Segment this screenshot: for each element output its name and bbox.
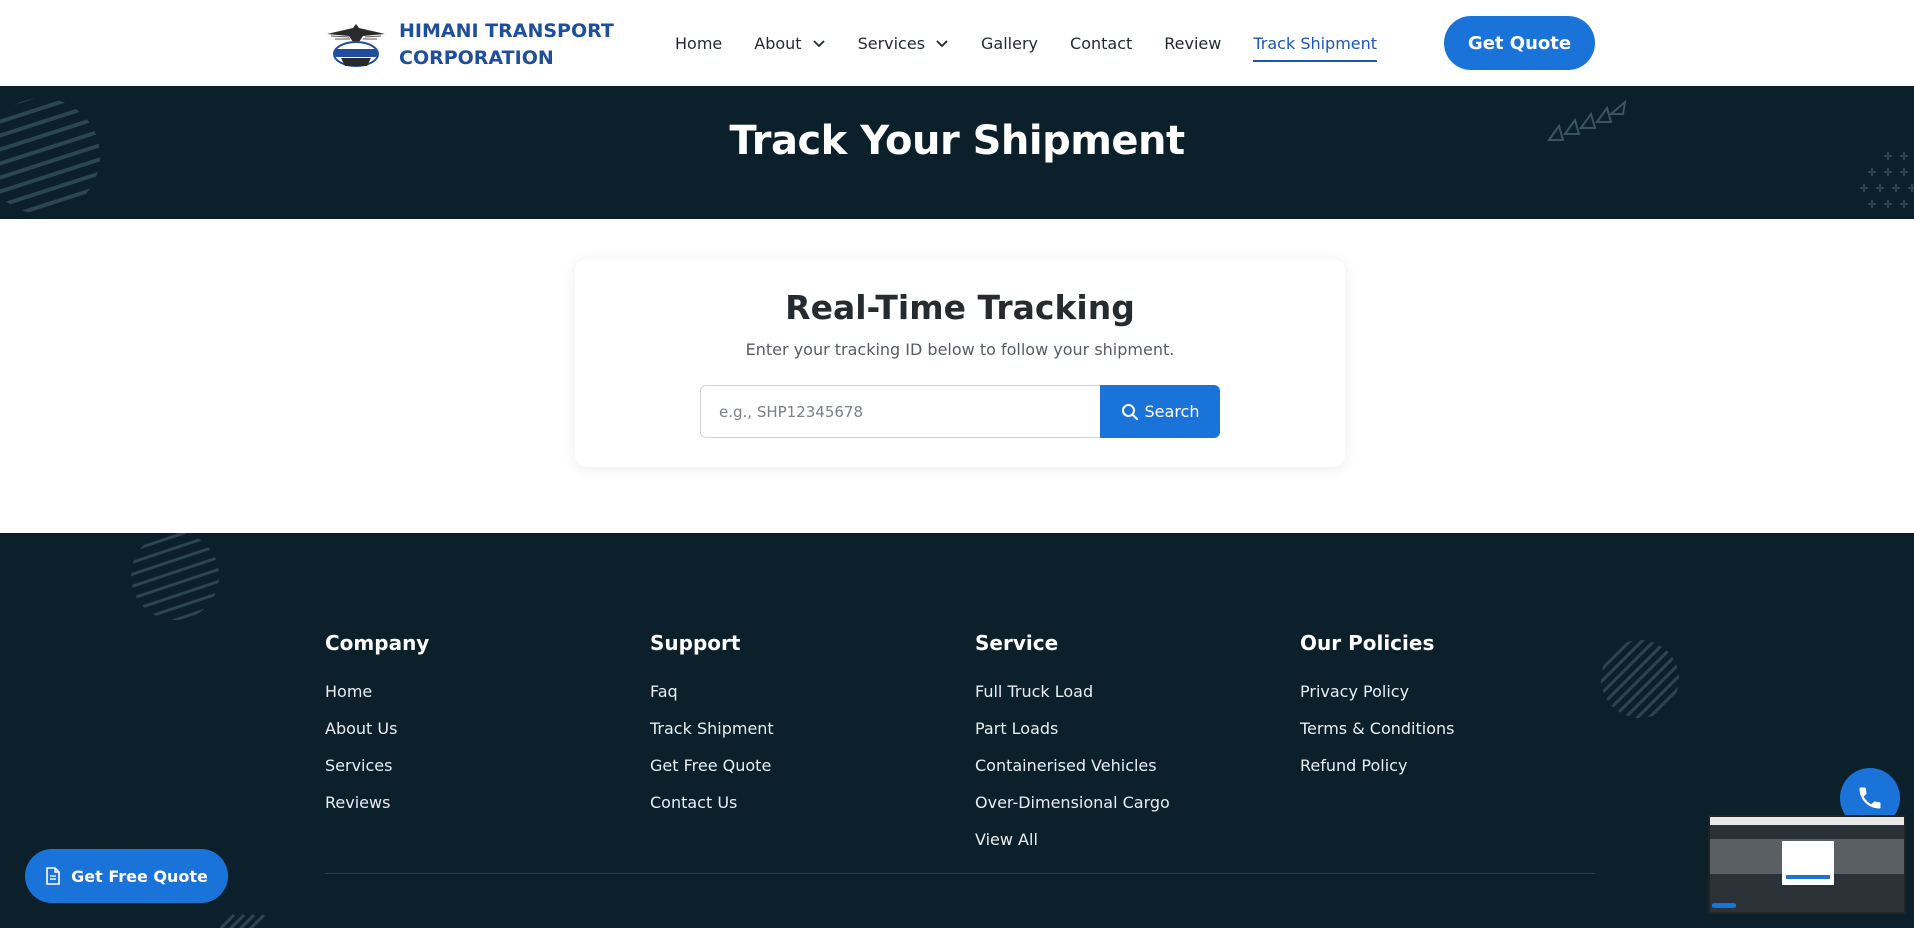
brand-logo[interactable]: HIMANI TRANSPORT CORPORATION (325, 18, 614, 72)
footer-link-track-shipment[interactable]: Track Shipment (650, 719, 774, 756)
page-preview-thumbnail[interactable] (1708, 815, 1906, 914)
nav-services-label: Services (857, 33, 926, 53)
get-free-quote-label: Get Free Quote (71, 866, 208, 886)
tracking-subtitle: Enter your tracking ID below to follow y… (745, 340, 1175, 359)
hero-banner: Track Your Shipment (0, 86, 1914, 219)
tracking-title: Real-Time Tracking (785, 288, 1135, 327)
footer-link-over-dimensional-cargo[interactable]: Over-Dimensional Cargo (975, 793, 1170, 830)
get-quote-button[interactable]: Get Quote (1444, 16, 1595, 70)
page-preview-image (1710, 817, 1904, 912)
chevron-down-icon (812, 40, 825, 48)
page-title: Track Your Shipment (729, 118, 1185, 164)
tracking-id-input[interactable] (700, 385, 1100, 438)
phone-icon (1859, 787, 1881, 809)
footer-link-home[interactable]: Home (325, 682, 429, 719)
nav-about-label: About (754, 33, 802, 53)
footer-col-title: Company (325, 631, 430, 655)
eagle-logo-icon (327, 24, 385, 67)
document-icon (46, 867, 60, 885)
nav-gallery-label: Gallery (981, 33, 1039, 53)
nav-contact[interactable]: Contact (1070, 28, 1132, 58)
brand-name: HIMANI TRANSPORT CORPORATION (399, 18, 614, 72)
diagonal-stripes-decoration (1601, 640, 1679, 718)
footer-col-title: Support (650, 631, 741, 655)
footer-link-view-all[interactable]: View All (975, 830, 1170, 867)
footer-link-privacy-policy[interactable]: Privacy Policy (1300, 682, 1454, 719)
main-nav: Home About Services Gallery Contact Revi… (675, 0, 1409, 86)
nav-gallery[interactable]: Gallery (981, 28, 1038, 58)
nav-home[interactable]: Home (675, 28, 722, 58)
nav-services[interactable]: Services (858, 28, 949, 58)
nav-track-shipment[interactable]: Track Shipment (1253, 28, 1378, 62)
footer-link-refund-policy[interactable]: Refund Policy (1300, 756, 1454, 793)
nav-about[interactable]: About (754, 28, 825, 58)
tracking-card: Real-Time Tracking Enter your tracking I… (575, 259, 1345, 467)
footer-col-title: Our Policies (1300, 631, 1435, 655)
footer-col-service: Service Full Truck Load Part Loads Conta… (975, 631, 1170, 867)
nav-track-shipment-label: Track Shipment (1253, 33, 1378, 53)
footer-divider (325, 873, 1595, 874)
footer-link-faq[interactable]: Faq (650, 682, 774, 719)
brand-line-2: CORPORATION (399, 47, 554, 69)
nav-review[interactable]: Review (1164, 28, 1221, 58)
footer-col-title: Service (975, 631, 1059, 655)
footer-link-containerised-vehicles[interactable]: Containerised Vehicles (975, 756, 1170, 793)
footer-link-contact-us[interactable]: Contact Us (650, 793, 774, 830)
footer-link-terms-conditions[interactable]: Terms & Conditions (1300, 719, 1454, 756)
footer-link-services[interactable]: Services (325, 756, 429, 793)
footer-col-support: Support Faq Track Shipment Get Free Quot… (650, 631, 774, 830)
search-button[interactable]: Search (1100, 385, 1220, 438)
diagonal-stripes-decoration (131, 533, 219, 620)
nav-home-label: Home (675, 33, 723, 53)
get-free-quote-floating-button[interactable]: Get Free Quote (25, 849, 228, 903)
footer-col-policies: Our Policies Privacy Policy Terms & Cond… (1300, 631, 1454, 793)
nav-contact-label: Contact (1070, 33, 1133, 53)
footer-link-part-loads[interactable]: Part Loads (975, 719, 1170, 756)
brand-line-1: HIMANI TRANSPORT (399, 20, 614, 42)
search-icon (1121, 403, 1138, 420)
footer-link-full-truck-load[interactable]: Full Truck Load (975, 682, 1170, 719)
search-button-label: Search (1144, 402, 1200, 421)
site-header: HIMANI TRANSPORT CORPORATION Home About … (0, 0, 1914, 86)
footer-link-get-free-quote[interactable]: Get Free Quote (650, 756, 774, 793)
diagonal-stripes-decoration (220, 913, 266, 928)
nav-review-label: Review (1164, 33, 1222, 53)
footer-col-company: Company Home About Us Services Reviews (325, 631, 429, 830)
footer-link-about-us[interactable]: About Us (325, 719, 429, 756)
site-footer: Company Home About Us Services Reviews S… (0, 533, 1914, 928)
footer-link-reviews[interactable]: Reviews (325, 793, 429, 830)
chevron-down-icon (936, 40, 948, 48)
tracking-search-form: Search (700, 385, 1220, 438)
